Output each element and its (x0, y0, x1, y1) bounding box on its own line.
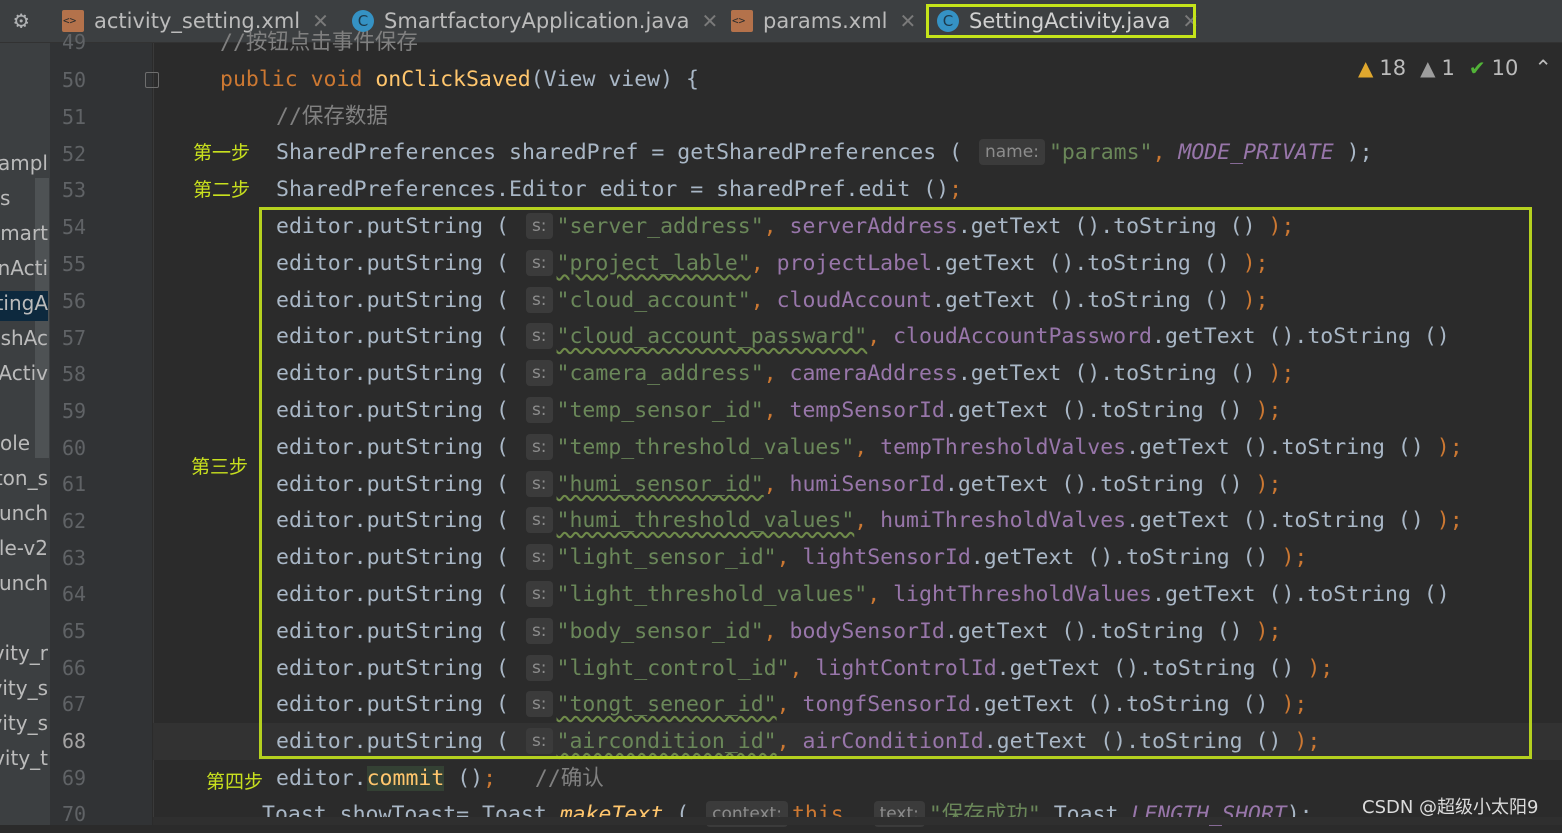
warning-count: 18 (1379, 56, 1407, 80)
code-line-50[interactable]: public void onClickSaved(View view) { (220, 61, 699, 98)
comment: //按钮点击事件保存 (220, 30, 418, 55)
line-number: 59 (62, 399, 87, 423)
weak-warning-icon: ▲ (1420, 56, 1436, 80)
project-item[interactable]: s (0, 186, 48, 216)
line-number: 63 (62, 546, 87, 570)
project-item[interactable]: ton_s (0, 466, 48, 496)
code-text: (View view) { (530, 67, 699, 92)
code-line-70[interactable]: Toast showToast= Toast.makeText ( contex… (262, 796, 1313, 833)
code-line-49[interactable]: //按钮点击事件保存 (220, 24, 418, 61)
typo-check-icon: ✔ (1468, 56, 1486, 80)
typo-count: 10 (1491, 56, 1519, 80)
code-line-51[interactable]: //保存数据 (276, 98, 388, 135)
project-item[interactable]: nActi (0, 256, 48, 286)
step-annotation-4: 第四步 (206, 771, 264, 793)
line-number: 65 (62, 619, 87, 643)
step-annotation-2: 第二步 (193, 179, 251, 201)
code-text: SharedPreferences.Editor editor = shared… (276, 177, 950, 202)
code-line-53[interactable]: SharedPreferences.Editor editor = shared… (276, 171, 962, 208)
code-text: editor. (276, 766, 367, 791)
punct: , (1152, 140, 1179, 165)
project-panel: ampl s Smart nActi tingA ashAc tActiv ol… (0, 43, 50, 825)
code-text: ); (1333, 140, 1373, 165)
line-number: 69 (62, 766, 87, 790)
tab-params-xml[interactable]: params.xml ✕ (731, 0, 916, 42)
project-item[interactable]: vity_t (0, 746, 48, 776)
method-name-highlighted: commit (366, 766, 445, 791)
line-number-current: 68 (62, 729, 87, 753)
comment: //保存数据 (276, 104, 388, 129)
project-item[interactable]: ashAc (0, 326, 48, 356)
project-item[interactable]: vity_r (0, 641, 48, 671)
line-number: 58 (62, 362, 87, 386)
step-annotation-1: 第一步 (193, 142, 251, 164)
project-item[interactable]: tActiv (0, 361, 48, 391)
gear-icon[interactable]: ⚙ (14, 6, 28, 34)
weak-warning-count: 1 (1441, 56, 1455, 80)
project-item[interactable]: Smart (0, 221, 48, 251)
close-icon[interactable]: ✕ (900, 9, 917, 33)
inspection-widget[interactable]: ▲ 18 ▲ 1 ✔ 10 ⌃ (1358, 54, 1552, 82)
line-number: 64 (62, 582, 87, 606)
line-number: 62 (62, 509, 87, 533)
comment: //确认 (534, 766, 604, 791)
fold-marker-icon[interactable] (145, 72, 159, 88)
project-item[interactable]: vity_s (0, 711, 48, 741)
punct: ; (483, 766, 497, 791)
xml-file-icon (731, 10, 753, 32)
gutter-divider (153, 43, 154, 825)
watermark: CSDN @超级小太阳9 (1362, 797, 1539, 818)
constant: MODE_PRIVATE (1178, 140, 1334, 165)
line-number: 50 (62, 68, 87, 92)
code-line-69[interactable]: editor.commit (); //确认 (276, 760, 604, 797)
punct: ; (949, 177, 963, 202)
code-line-52[interactable]: SharedPreferences sharedPref = getShared… (276, 134, 1373, 171)
line-number: 57 (62, 326, 87, 350)
project-item[interactable]: ampl (0, 151, 48, 181)
horizontal-scrollbar[interactable] (153, 817, 1562, 825)
line-number: 66 (62, 656, 87, 680)
line-number: 51 (62, 105, 87, 129)
param-hint: name: (978, 139, 1045, 165)
line-number: 61 (62, 472, 87, 496)
line-number: 54 (62, 215, 87, 239)
method-name: onClickSaved (375, 67, 531, 92)
close-icon[interactable]: ✕ (701, 9, 718, 33)
code-text: SharedPreferences sharedPref = getShared… (276, 140, 975, 165)
keyword: public void (220, 67, 363, 92)
line-number: 60 (62, 436, 87, 460)
xml-file-icon (62, 10, 84, 32)
line-number: 49 (62, 30, 87, 54)
tab-label: params.xml (763, 9, 888, 33)
active-tab-highlight-box (926, 4, 1196, 38)
line-number: 55 (62, 252, 87, 276)
project-item[interactable]: ole-v2 (0, 536, 48, 566)
tab-label: SmartfactoryApplication.java (384, 9, 690, 33)
step-annotation-3: 第三步 (191, 456, 249, 478)
project-item[interactable]: aunch (0, 571, 48, 601)
line-number: 67 (62, 692, 87, 716)
warning-icon: ▲ (1358, 56, 1374, 80)
project-item-selected[interactable]: tingA (0, 291, 48, 321)
line-number: 70 (62, 802, 87, 826)
project-item[interactable]: aunch (0, 501, 48, 531)
line-number: 52 (62, 142, 87, 166)
chevron-up-icon[interactable]: ⌃ (1534, 56, 1552, 80)
line-number: 56 (62, 289, 87, 313)
code-text: () (444, 766, 484, 791)
step-three-highlight-box (259, 207, 1532, 759)
string-literal: "params" (1048, 140, 1153, 165)
project-item[interactable]: ole (0, 431, 48, 461)
line-number: 53 (62, 178, 87, 202)
project-item[interactable]: vity_s (0, 676, 48, 706)
